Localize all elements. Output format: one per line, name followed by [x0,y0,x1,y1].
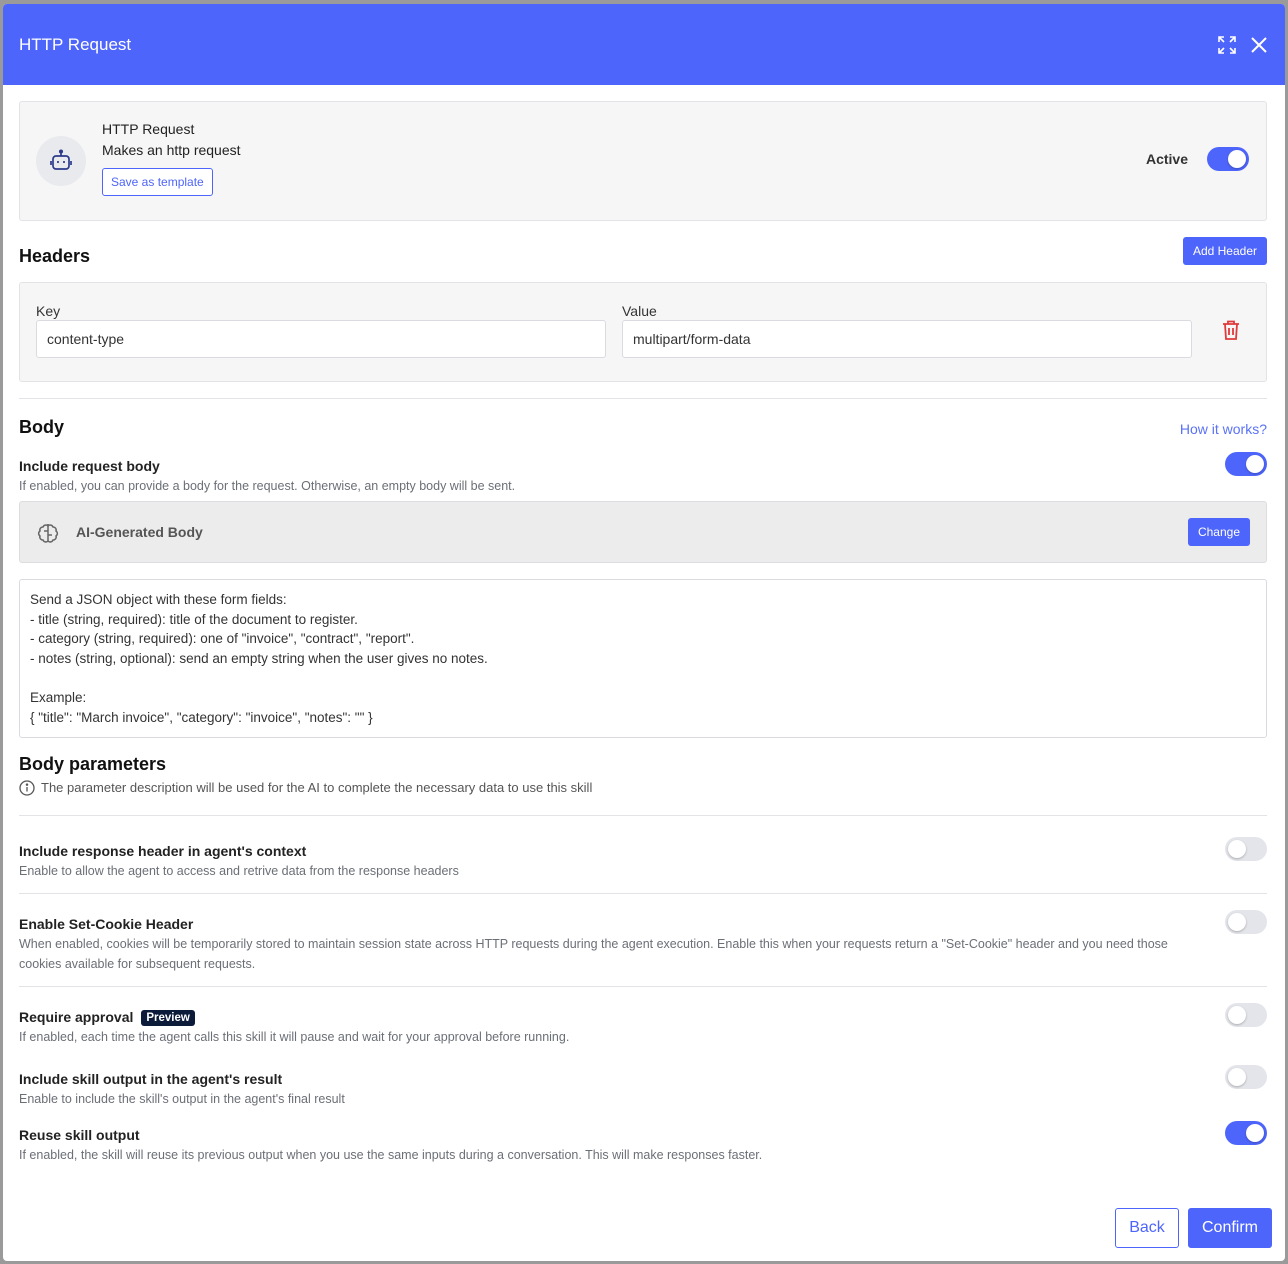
require-approval-toggle[interactable] [1225,1003,1267,1027]
set-cookie-option-desc: When enabled, cookies will be temporaril… [19,937,1168,971]
header-key-input[interactable]: content-type [36,320,606,358]
modal-actions [1217,35,1269,55]
response-header-option-title: Include response header in agent's conte… [19,843,307,859]
response-header-toggle[interactable] [1225,837,1267,861]
active-label: Active [1145,151,1188,167]
value-label: Value [622,303,657,319]
divider [19,986,1267,987]
add-header-button[interactable]: Add Header [1182,237,1267,265]
trash-icon[interactable] [1220,318,1242,342]
body-title: Body [19,417,64,437]
reuse-output-option-title: Reuse skill output [19,1127,140,1143]
save-as-template-button[interactable]: Save as template [102,168,213,196]
include-output-toggle[interactable] [1225,1065,1267,1089]
require-approval-label: Require approval [19,1009,134,1025]
include-output-option-title: Include skill output in the agent's resu… [19,1071,283,1087]
key-label: Key [36,303,61,319]
modal-header: HTTP Request [3,4,1285,85]
header-row: Key content-type Value multipart/form-da… [19,282,1267,382]
include-output-option-desc: Enable to include the skill's output in … [19,1092,345,1106]
divider [19,893,1267,894]
reuse-output-option-desc: If enabled, the skill will reuse its pre… [19,1148,763,1162]
preview-badge: Preview [141,1010,195,1026]
expand-icon[interactable] [1217,35,1237,55]
require-approval-option-title: Require approval Preview [19,1009,195,1026]
confirm-button[interactable]: Confirm [1188,1208,1272,1248]
brain-icon [36,521,60,545]
skill-name: HTTP Request [102,121,195,137]
ai-generated-body-label: AI-Generated Body [76,524,203,540]
change-button[interactable]: Change [1187,518,1250,546]
reuse-output-toggle[interactable] [1225,1121,1267,1145]
body-params-hint: The parameter description will be used f… [41,780,593,795]
robot-icon [36,136,86,186]
include-body-title: Include request body [19,458,160,474]
set-cookie-option-title: Enable Set-Cookie Header [19,916,194,932]
skill-description: Makes an http request [102,142,241,158]
require-approval-option-desc: If enabled, each time the agent calls th… [19,1030,570,1044]
how-it-works-link[interactable]: How it works? [1180,421,1267,437]
modal-title: HTTP Request [19,34,132,54]
body-prompt-textarea[interactable]: Send a JSON object with these form field… [19,579,1267,738]
back-button[interactable]: Back [1115,1208,1179,1248]
body-params-title: Body parameters [19,754,167,774]
info-icon [19,780,35,796]
include-body-desc: If enabled, you can provide a body for t… [19,479,516,493]
divider [19,398,1267,399]
body-mode-card: AI-Generated Body Change [19,501,1267,563]
close-icon[interactable] [1249,35,1269,55]
headers-title: Headers [19,246,91,266]
set-cookie-toggle[interactable] [1225,910,1267,934]
header-value-input[interactable]: multipart/form-data [622,320,1192,358]
skill-info-card: HTTP Request Makes an http request Save … [19,101,1267,221]
divider [19,815,1267,816]
active-toggle[interactable] [1207,147,1249,171]
include-body-toggle[interactable] [1225,452,1267,476]
response-header-option-desc: Enable to allow the agent to access and … [19,864,459,878]
http-request-modal: HTTP Request HTTP Request Makes an http … [3,4,1285,1261]
